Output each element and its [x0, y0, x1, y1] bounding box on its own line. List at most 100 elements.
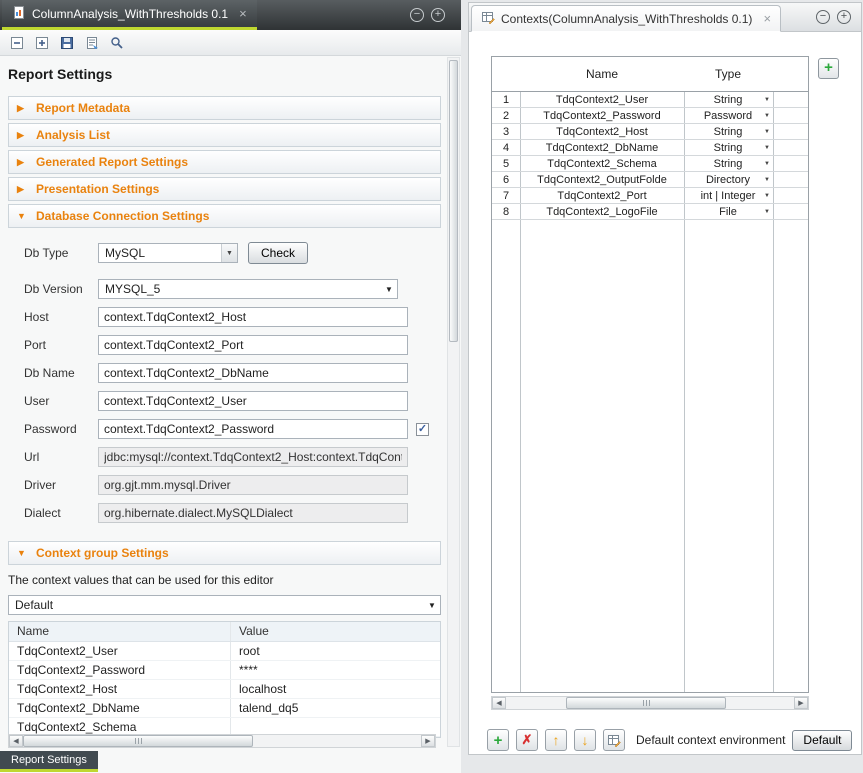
host-input[interactable] [98, 307, 408, 327]
chevron-down-icon: ▼ [764, 97, 770, 103]
table-row[interactable]: 3 TdqContext2_Host String▼ [492, 124, 808, 140]
password-checkbox[interactable]: ✓ [416, 423, 429, 436]
section-label: Report Metadata [36, 101, 130, 115]
check-connection-button[interactable]: Check [248, 242, 308, 264]
scrollbar-thumb[interactable] [566, 697, 726, 709]
chevron-down-icon: ▼ [764, 129, 770, 135]
scrollbar-thumb[interactable] [449, 60, 458, 342]
context-type-select[interactable]: Password ▼ [684, 108, 772, 123]
context-type-select[interactable]: File▼ [684, 204, 772, 219]
table-row[interactable]: 7 TdqContext2_Port int | Integer▼ [492, 188, 808, 204]
context-name-cell: TdqContext2_DbName [9, 699, 231, 717]
context-values-table: Name Value TdqContext2_User root TdqCont… [8, 621, 441, 738]
context-name-cell[interactable]: TdqContext2_Host [520, 124, 684, 139]
context-type-select[interactable]: String▼ [684, 92, 772, 107]
view-controls: − + [410, 8, 445, 22]
save-icon[interactable] [56, 32, 78, 54]
type-value: Password [704, 110, 752, 122]
db-version-select[interactable]: MYSQL_5 ▼ [98, 279, 398, 299]
remove-row-button[interactable]: ✗ [516, 729, 538, 751]
type-value: String [714, 158, 743, 170]
maximize-icon[interactable]: + [431, 8, 445, 22]
context-name-cell[interactable]: TdqContext2_User [520, 92, 684, 107]
url-label: Url [24, 450, 98, 464]
add-context-variable-button[interactable]: + [818, 58, 839, 79]
tab-report-editor[interactable]: ColumnAnalysis_WithThresholds 0.1 × [2, 0, 257, 30]
context-name-cell[interactable]: TdqContext2_DbName [520, 140, 684, 155]
db-name-input[interactable] [98, 363, 408, 383]
scrollbar-track[interactable] [23, 735, 421, 747]
default-environment-button[interactable]: Default [792, 730, 852, 751]
report-document-icon [12, 5, 26, 23]
table-row[interactable]: 2 TdqContext2_Password Password ▼ [492, 108, 808, 124]
expand-all-icon[interactable] [31, 32, 53, 54]
page-title: Report Settings [0, 56, 461, 90]
table-row[interactable]: 5 TdqContext2_Schema String▼ [492, 156, 808, 172]
user-input[interactable] [98, 391, 408, 411]
table-row[interactable]: TdqContext2_DbName talend_dq5 [9, 699, 440, 718]
table-row[interactable]: TdqContext2_Password **** [9, 661, 440, 680]
move-down-button[interactable]: ↓ [574, 729, 596, 751]
table-row[interactable]: 4 TdqContext2_DbName String▼ [492, 140, 808, 156]
generate-report-icon[interactable] [81, 32, 103, 54]
db-type-select[interactable]: MySQL ▼ [98, 243, 238, 263]
move-up-button[interactable]: ↑ [545, 729, 567, 751]
table-row[interactable]: TdqContext2_Host localhost [9, 680, 440, 699]
empty-cell [772, 156, 808, 171]
context-name-cell[interactable]: TdqContext2_OutputFolde [520, 172, 684, 187]
port-input[interactable] [98, 335, 408, 355]
minimize-icon[interactable]: − [410, 8, 424, 22]
manage-contexts-button[interactable] [603, 729, 625, 751]
search-icon[interactable] [106, 32, 128, 54]
contexts-view-panel: Contexts(ColumnAnalysis_WithThresholds 0… [468, 2, 862, 755]
context-name-cell[interactable]: TdqContext2_LogoFile [520, 204, 684, 219]
table-row[interactable]: 6 TdqContext2_OutputFolde Directory▼ [492, 172, 808, 188]
scroll-right-icon[interactable]: ▶ [421, 735, 435, 747]
type-value: Directory [706, 174, 750, 186]
section-context-group-settings[interactable]: ▼ Context group Settings [8, 541, 441, 565]
context-group-select[interactable]: Default ▼ [8, 595, 441, 615]
context-type-select[interactable]: Directory▼ [684, 172, 772, 187]
tab-contexts[interactable]: Contexts(ColumnAnalysis_WithThresholds 0… [471, 5, 781, 32]
password-input[interactable] [98, 419, 408, 439]
tab-title: Contexts(ColumnAnalysis_WithThresholds 0… [501, 12, 752, 26]
vertical-scrollbar[interactable] [447, 57, 460, 747]
scroll-left-icon[interactable]: ◀ [9, 735, 23, 747]
minimize-icon[interactable]: − [816, 10, 830, 24]
section-database-connection-settings[interactable]: ▼ Database Connection Settings [8, 204, 441, 228]
context-type-select[interactable]: String▼ [684, 124, 772, 139]
section-generated-report-settings[interactable]: ▶ Generated Report Settings [8, 150, 441, 174]
bottom-tab-report-settings[interactable]: Report Settings [0, 751, 98, 772]
context-name-cell[interactable]: TdqContext2_Port [520, 188, 684, 203]
table-row[interactable]: TdqContext2_User root [9, 642, 440, 661]
context-type-select[interactable]: int | Integer▼ [684, 188, 772, 203]
row-number: 3 [492, 124, 520, 139]
value-column-header: Value [231, 622, 440, 641]
section-presentation-settings[interactable]: ▶ Presentation Settings [8, 177, 441, 201]
add-row-button[interactable]: + [487, 729, 509, 751]
contexts-tabbar: Contexts(ColumnAnalysis_WithThresholds 0… [469, 3, 861, 32]
collapse-all-icon[interactable] [6, 32, 28, 54]
chevron-down-icon: ▼ [764, 113, 770, 119]
context-name-cell[interactable]: TdqContext2_Schema [520, 156, 684, 171]
db-version-value: MYSQL_5 [99, 280, 381, 298]
maximize-icon[interactable]: + [837, 10, 851, 24]
db-type-label: Db Type [24, 246, 98, 260]
context-name-cell[interactable]: TdqContext2_Password [520, 108, 684, 123]
section-analysis-list[interactable]: ▶ Analysis List [8, 123, 441, 147]
close-tab-icon[interactable]: × [763, 13, 771, 25]
table-row[interactable]: 8 TdqContext2_LogoFile File▼ [492, 204, 808, 220]
context-type-select[interactable]: String▼ [684, 140, 772, 155]
context-type-select[interactable]: String▼ [684, 156, 772, 171]
type-value: int | Integer [701, 190, 756, 202]
dialect-label: Dialect [24, 506, 98, 520]
contexts-table-header: Name Type [492, 57, 808, 92]
table-row[interactable]: 1 TdqContext2_User String▼ [492, 92, 808, 108]
close-tab-icon[interactable]: × [239, 8, 247, 20]
scroll-right-icon[interactable]: ▶ [794, 697, 808, 709]
section-report-metadata[interactable]: ▶ Report Metadata [8, 96, 441, 120]
row-number: 2 [492, 108, 520, 123]
scroll-left-icon[interactable]: ◀ [492, 697, 506, 709]
scrollbar-thumb[interactable] [23, 735, 253, 747]
scrollbar-track[interactable] [506, 697, 794, 709]
